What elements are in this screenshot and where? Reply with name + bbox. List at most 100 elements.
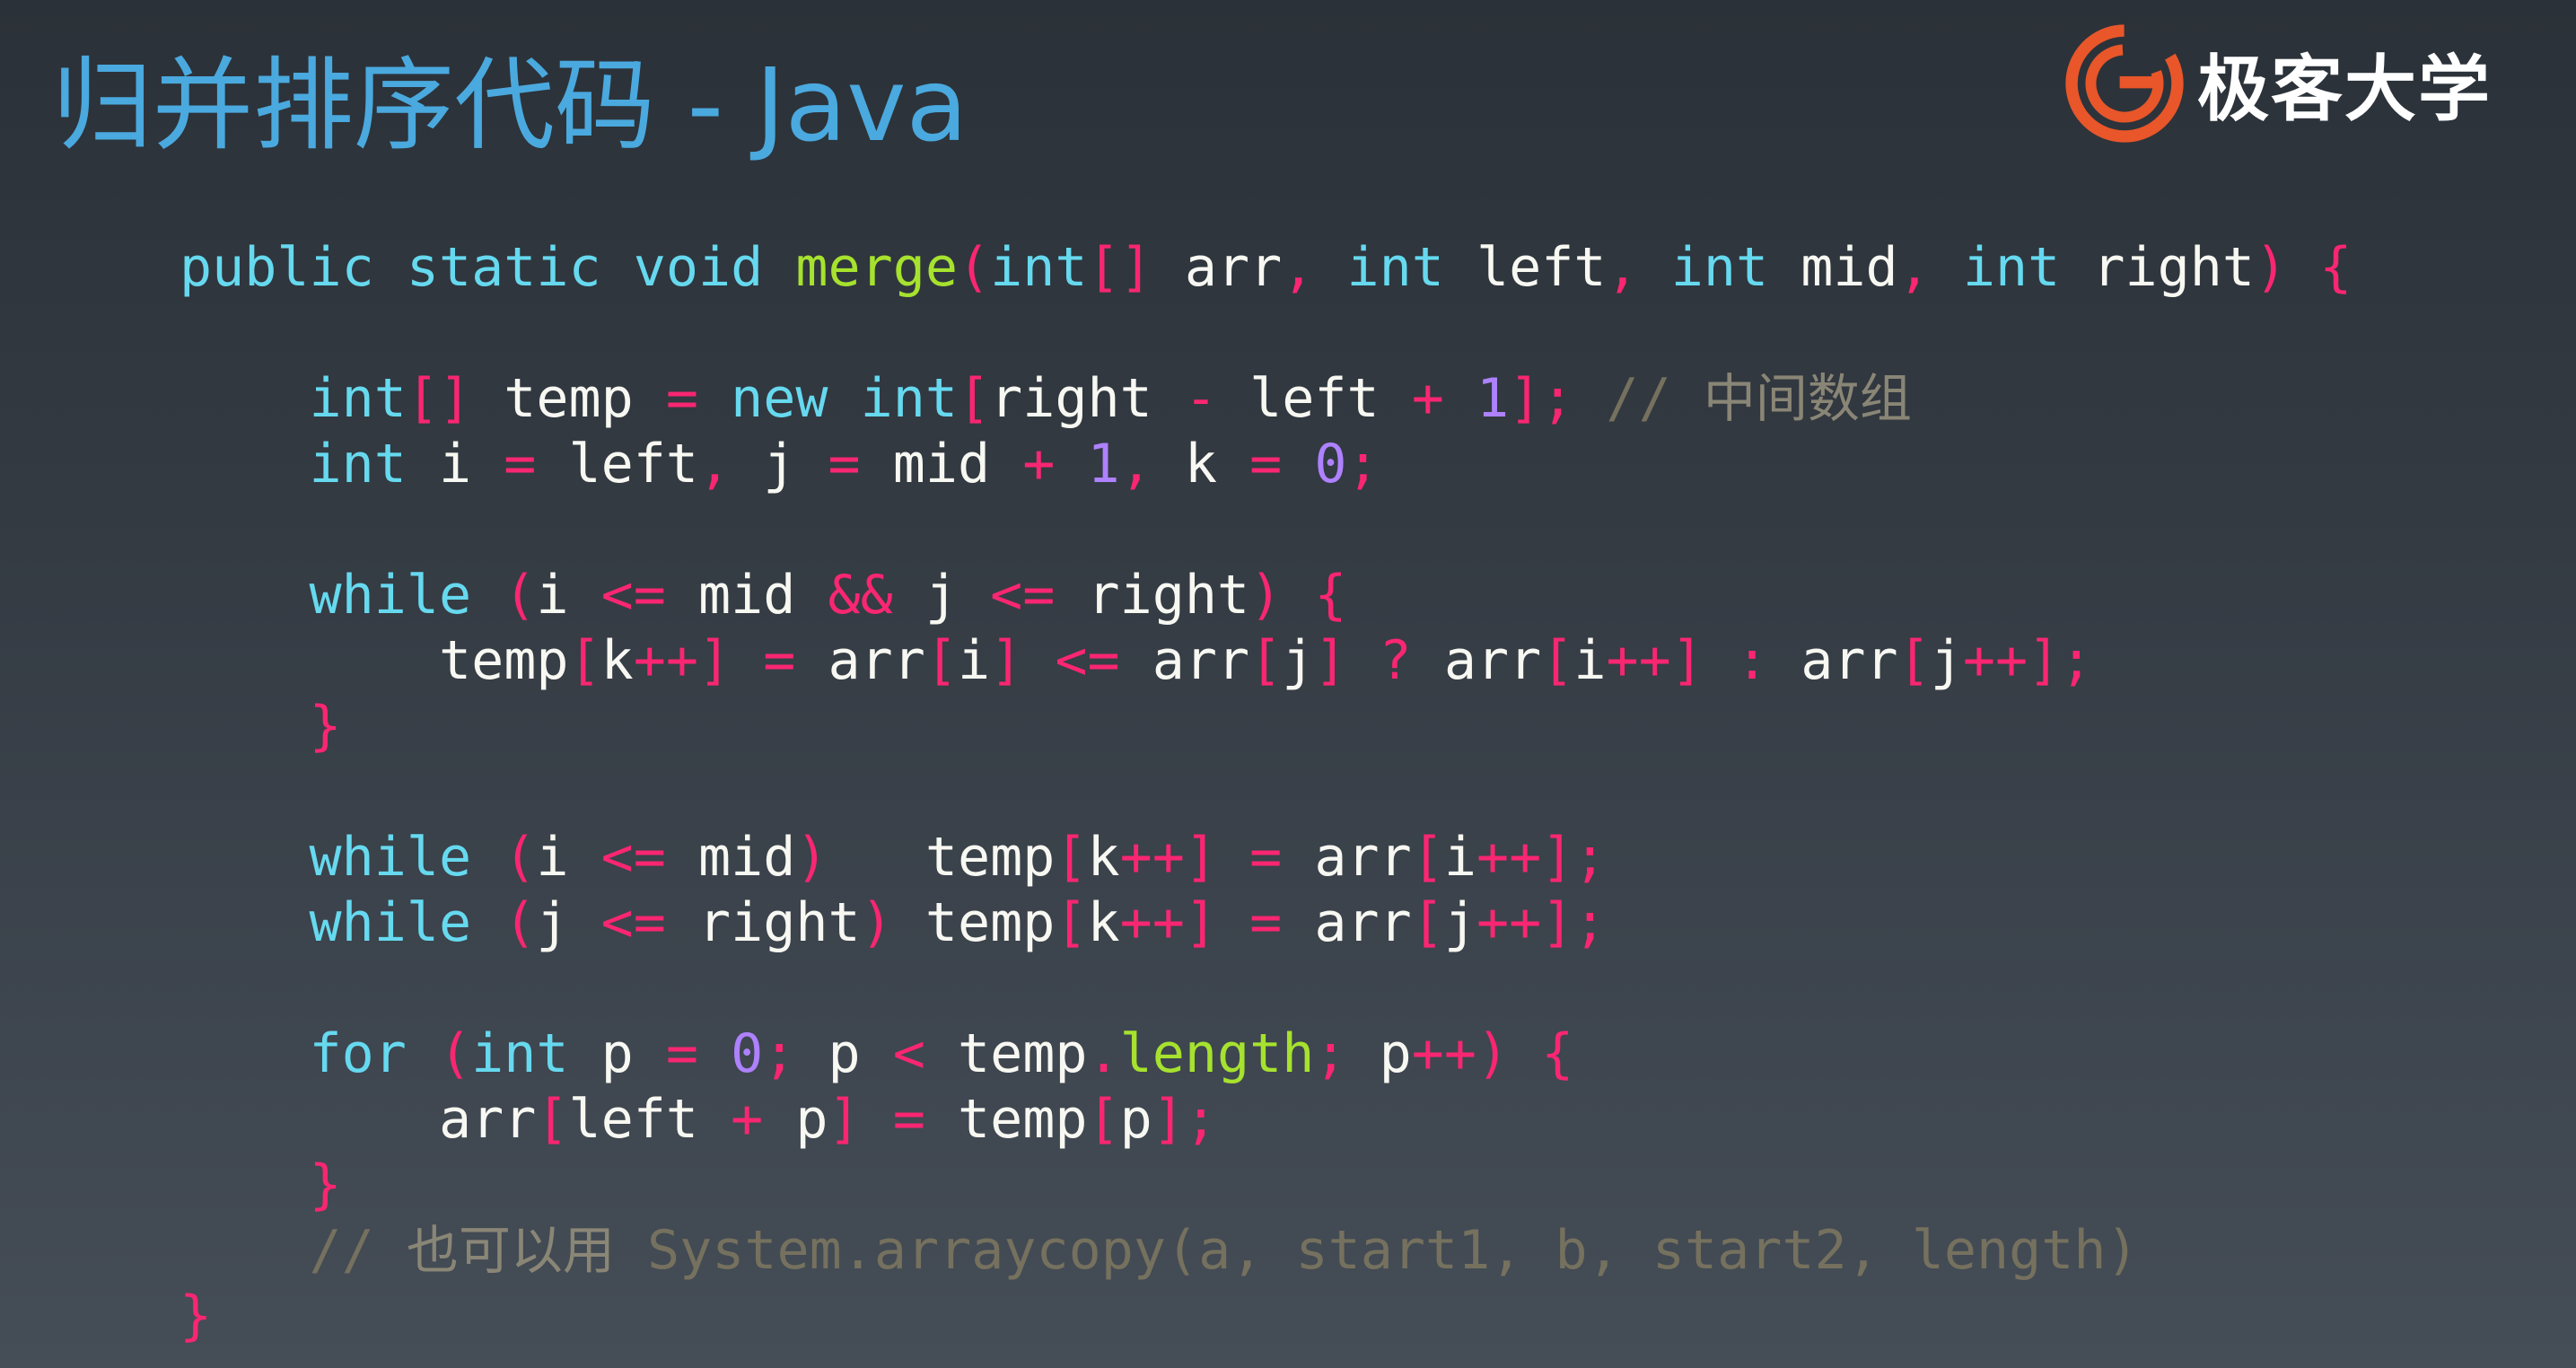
code-token: ( xyxy=(504,564,537,627)
code-token: , xyxy=(1282,236,1315,299)
code-token: int xyxy=(1346,236,1444,299)
code-token: p xyxy=(568,1022,666,1085)
code-token: static xyxy=(406,236,601,299)
code-token: mid xyxy=(1768,236,1898,299)
code-token: left xyxy=(568,1088,732,1151)
code-token: && xyxy=(828,564,893,627)
code-token: p xyxy=(1346,1022,1412,1085)
brand-name: 极客大学 xyxy=(2197,48,2492,131)
code-token: right xyxy=(665,891,861,954)
code-token: new xyxy=(731,367,828,430)
code-token: ++] xyxy=(1119,891,1217,954)
code-token: k xyxy=(1087,826,1120,889)
code-token: k xyxy=(1152,433,1250,495)
code-token: merge xyxy=(795,236,958,299)
code-token: [] xyxy=(406,367,472,430)
code-token: = xyxy=(763,629,796,692)
code-token: while xyxy=(309,564,472,627)
code-token: arr xyxy=(1282,826,1412,889)
code-token: while xyxy=(309,826,472,889)
code-token: arr xyxy=(795,629,925,692)
code-token: 1 xyxy=(1087,433,1120,495)
code-token: j xyxy=(731,433,828,495)
code-token: ( xyxy=(504,826,537,889)
code-token: <= xyxy=(1055,629,1120,692)
code-token: ; xyxy=(763,1022,796,1085)
code-token: { xyxy=(1282,564,1347,627)
code-token: i xyxy=(536,826,601,889)
code-token: 0 xyxy=(1314,433,1347,495)
code-token: ++]; xyxy=(1476,891,1607,954)
code-token: } xyxy=(180,1285,213,1347)
code-token: [ xyxy=(568,629,601,692)
code-token: ) xyxy=(1249,564,1283,627)
code-token: , xyxy=(698,433,732,495)
code-token: j xyxy=(892,564,991,627)
code-token: [ xyxy=(1411,826,1444,889)
code-token: [ xyxy=(924,629,958,692)
code-token: int xyxy=(1670,236,1769,299)
code-line: int i = left, j = mid + 1, k = 0; xyxy=(180,432,2352,497)
code-token: j xyxy=(1443,891,1476,954)
code-token: <= xyxy=(600,826,666,889)
code-token: for xyxy=(309,1022,407,1085)
code-token: [] xyxy=(1087,236,1152,299)
code-token: [ xyxy=(958,367,991,430)
code-token: int xyxy=(990,236,1088,299)
code-token: ++) xyxy=(1411,1022,1510,1085)
code-token: temp xyxy=(471,367,666,430)
code-line: // 也可以用 System.arraycopy(a, start1, b, s… xyxy=(180,1218,2352,1284)
code-token: [ xyxy=(1411,891,1444,954)
code-line: } xyxy=(180,1153,2352,1218)
code-line: int[] temp = new int[right - left + 1]; … xyxy=(180,366,2352,432)
code-token: , xyxy=(1897,236,1931,299)
code-token: p xyxy=(1119,1088,1152,1151)
code-token: ++] xyxy=(1606,629,1704,692)
code-token: [ xyxy=(1087,1088,1120,1151)
code-line: temp[k++] = arr[i] <= arr[j] ? arr[i++] … xyxy=(180,628,2352,694)
code-token: } xyxy=(309,1153,342,1216)
code-token: left xyxy=(536,433,698,495)
code-token: = xyxy=(1249,891,1283,954)
code-line: public static void merge(int[] arr, int … xyxy=(180,235,2352,301)
code-token: ++]; xyxy=(1476,826,1607,889)
code-token: k xyxy=(600,629,634,692)
code-token: ++] xyxy=(633,629,732,692)
code-line: while (i <= mid) temp[k++] = arr[i++]; xyxy=(180,825,2352,890)
code-token: [ xyxy=(1249,629,1283,692)
code-token: { xyxy=(2287,236,2353,299)
code-token: mid xyxy=(665,826,796,889)
code-token: temp xyxy=(828,826,1056,889)
code-token: mid xyxy=(860,433,1023,495)
code-token: <= xyxy=(990,564,1056,627)
geekbang-logo-icon xyxy=(2065,24,2184,143)
code-token: temp xyxy=(892,891,1056,954)
code-token: left xyxy=(1443,236,1607,299)
code-token: right xyxy=(1055,564,1250,627)
code-token: i xyxy=(1573,629,1607,692)
brand-logo: 极客大学 xyxy=(2064,23,2492,144)
code-token: arr xyxy=(1768,629,1898,692)
code-token: public xyxy=(180,236,374,299)
code-block: public static void merge(int[] arr, int … xyxy=(180,235,2352,1349)
code-line: while (i <= mid && j <= right) { xyxy=(180,563,2352,628)
code-line: for (int p = 0; p < temp.length; p++) { xyxy=(180,1022,2352,1087)
